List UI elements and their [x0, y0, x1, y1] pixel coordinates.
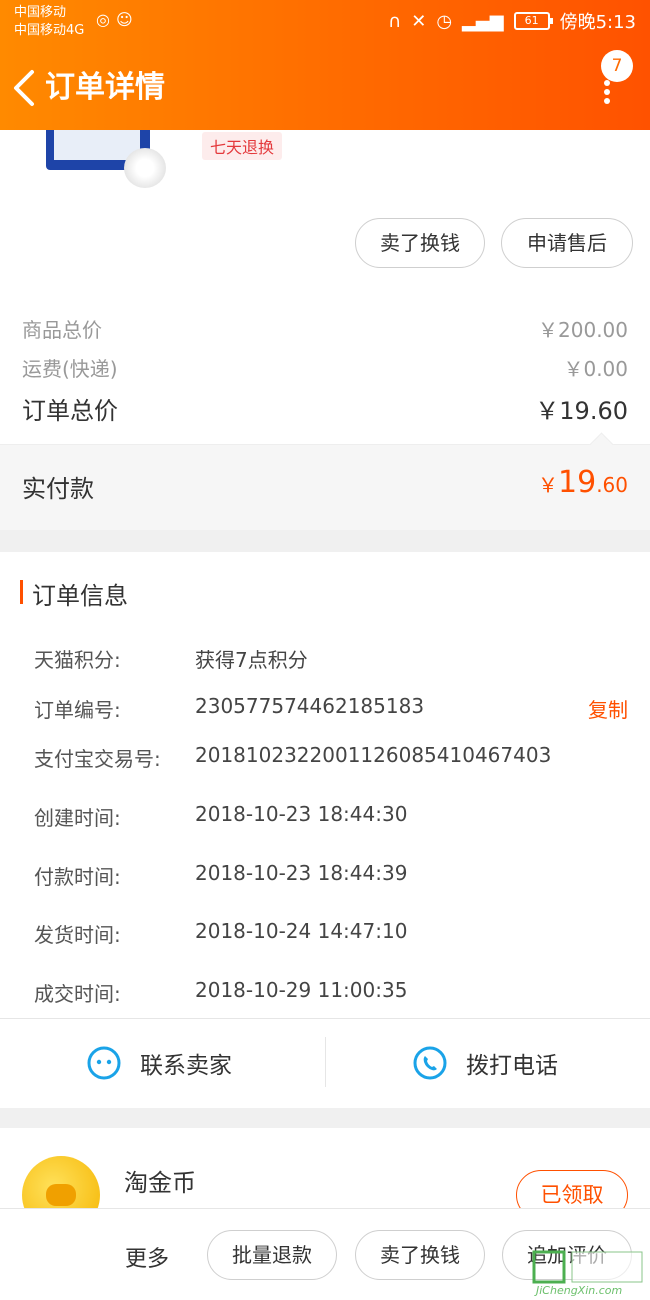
info-row-paid: 付款时间: 2018-10-23 18:44:39 — [34, 861, 628, 891]
goods-total-row: 商品总价 ￥200.00 — [22, 314, 628, 343]
more-button[interactable]: 更多 — [125, 1241, 169, 1273]
call-phone-label: 拨打电话 — [466, 1053, 558, 1079]
carrier-info: 中国移动 中国移动4G — [14, 4, 84, 40]
shipping-label: 运费(快递) — [22, 357, 118, 381]
back-icon[interactable] — [10, 68, 40, 108]
seven-day-return-tag: 七天退换 — [202, 132, 283, 160]
info-row-points: 天猫积分: 获得7点积分 — [34, 644, 628, 674]
apply-after-sale-button[interactable]: 申请售后 — [501, 218, 633, 268]
signal-icon: ▂▄▆ — [462, 10, 504, 32]
more-menu-icon[interactable] — [602, 80, 612, 104]
battery-icon: 61 — [513, 12, 553, 30]
goods-total-value: ￥200.00 — [538, 318, 628, 342]
info-key: 支付宝交易号: — [34, 747, 161, 771]
info-key: 付款时间: — [34, 865, 121, 889]
info-value: 2305775744621851​83 — [195, 694, 425, 718]
contact-seller-button[interactable]: 联系卖家 — [86, 1041, 232, 1085]
info-value: 2018102322001126085410467403 — [195, 743, 552, 767]
alarm-icon: ◷ — [436, 10, 453, 32]
call-phone-button[interactable]: 拨打电话 — [412, 1041, 558, 1085]
section-divider — [0, 530, 650, 552]
sync-icon: ◎ — [96, 10, 116, 29]
info-key: 成交时间: — [34, 982, 121, 1006]
contact-seller-label: 联系卖家 — [140, 1053, 232, 1079]
section-accent-bar — [20, 580, 23, 604]
page-title: 订单详情 — [45, 70, 165, 105]
shipping-value: ￥0.00 — [563, 357, 628, 381]
shipping-row: 运费(快递) ￥0.00 — [22, 353, 628, 382]
carrier-2: 中国移动4G — [14, 23, 85, 38]
goods-total-label: 商品总价 — [22, 318, 102, 342]
info-key: 发货时间: — [34, 923, 121, 947]
info-key: 天猫积分: — [34, 648, 121, 672]
watermark-text: JiChengXin.com — [536, 1284, 623, 1297]
batch-refund-button[interactable]: 批量退款 — [207, 1230, 337, 1280]
status-time: 傍晚5:13 — [559, 12, 636, 33]
status-right: ∩ ✕ ◷ ▂▄▆ 61 傍晚5:13 — [388, 8, 636, 34]
order-info-title: 订单信息 — [32, 582, 128, 610]
paid-currency: ￥ — [538, 473, 558, 497]
header: 中国移动 中国移动4G ◎☺ ∩ ✕ ◷ ▂▄▆ 61 傍晚5:13 订单详情 … — [0, 0, 650, 130]
info-value: 2018-10-23 18:44:30 — [195, 802, 408, 826]
sell-for-money-bottom-button[interactable]: 卖了换钱 — [355, 1230, 485, 1280]
info-row-completed: 成交时间: 2018-10-29 11:00:35 — [34, 978, 628, 1008]
info-key: 订单编号: — [34, 698, 121, 722]
info-row-shipped: 发货时间: 2018-10-24 14:47:10 — [34, 919, 628, 949]
copy-button[interactable]: 复制 — [588, 694, 628, 723]
contact-divider — [325, 1037, 326, 1087]
info-row-order-number: 订单编号: 2305775744621851​83 复制 — [34, 694, 628, 724]
app-icon: ☺ — [115, 10, 139, 29]
order-total-label: 订单总价 — [22, 397, 118, 425]
status-bar: 中国移动 中国移动4G ◎☺ ∩ ✕ ◷ ▂▄▆ 61 傍晚5:13 — [0, 0, 650, 44]
paid-decimal: .60 — [596, 473, 628, 497]
info-row-alipay: 支付宝交易号: 2018102322001126085410467403 — [34, 743, 628, 773]
info-value: 2018-10-23 18:44:39 — [195, 861, 408, 885]
paid-amount-panel: 实付款 ￥19.60 — [0, 444, 650, 530]
contact-bar: 联系卖家 拨打电话 — [0, 1018, 650, 1108]
paid-integer: 19 — [558, 465, 597, 500]
info-value: 获得7点积分 — [195, 648, 308, 672]
paid-label: 实付款 — [22, 475, 94, 503]
order-total-value: ￥19.60 — [535, 397, 628, 425]
phone-icon — [413, 1046, 447, 1080]
chat-face-icon — [87, 1046, 121, 1080]
info-value: 2018-10-24 14:47:10 — [195, 919, 408, 943]
order-total-row: 订单总价 ￥19.60 — [22, 391, 628, 426]
taojinbi-title: 淘金币 — [124, 1169, 196, 1197]
info-row-created: 创建时间: 2018-10-23 18:44:30 — [34, 802, 628, 832]
carrier-1: 中国移动 — [14, 5, 67, 20]
info-key: 创建时间: — [34, 806, 121, 830]
sell-for-money-button[interactable]: 卖了换钱 — [355, 218, 485, 268]
info-value: 2018-10-29 11:00:35 — [195, 978, 408, 1002]
product-image-flower — [124, 148, 166, 188]
mute-icon: ✕ — [411, 10, 427, 32]
paid-amount: ￥19.60 — [538, 465, 628, 500]
section-divider — [0, 1108, 650, 1128]
headset-icon: ∩ — [388, 10, 402, 32]
notification-icons: ◎☺ — [96, 10, 139, 29]
message-badge: 7 — [601, 50, 633, 82]
